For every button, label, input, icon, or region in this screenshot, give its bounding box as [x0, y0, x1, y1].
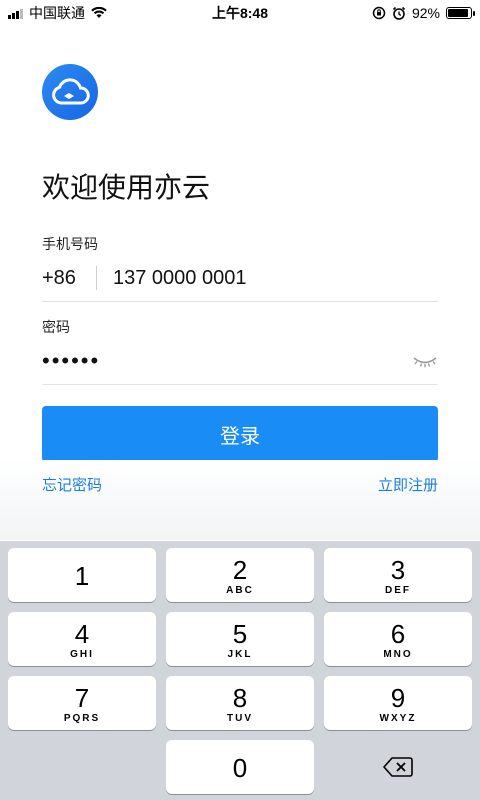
carrier-name: 中国联通 [29, 5, 85, 21]
login-button[interactable]: 登录 [42, 406, 438, 462]
cloud-icon [52, 78, 90, 105]
wifi-icon [91, 7, 107, 18]
key-letters: MNO [383, 649, 413, 660]
password-label: 密码 [42, 319, 70, 335]
app-logo [42, 64, 98, 120]
key-1[interactable]: 1 [8, 548, 156, 602]
key-number: 0 [232, 753, 248, 783]
key-number: 7 [74, 683, 90, 713]
phone-input[interactable]: 137 0000 0001 [113, 267, 246, 290]
status-bar: 中国联通 上午8:48 92% [0, 0, 480, 26]
key-4[interactable]: 4 GHI [8, 612, 156, 666]
numeric-keypad: 1 2 ABC 3 DEF 4 GHI 5 JKL 6 MNO 7 PQRS 8… [0, 541, 480, 800]
key-number: 1 [74, 561, 90, 591]
country-code[interactable]: +86 [42, 267, 96, 290]
phone-field-row: +86 137 0000 0001 [42, 255, 438, 302]
key-number: 2 [232, 555, 248, 585]
key-letters: ABC [226, 585, 254, 596]
key-3[interactable]: 3 DEF [324, 548, 472, 602]
key-number: 6 [390, 619, 406, 649]
key-number: 3 [390, 555, 406, 585]
backspace-icon [383, 757, 413, 777]
key-letters: DEF [385, 585, 411, 596]
alarm-icon [392, 6, 406, 20]
key-number: 8 [232, 683, 248, 713]
orientation-lock-icon [372, 6, 386, 20]
key-letters: TUV [227, 713, 253, 724]
key-2[interactable]: 2 ABC [166, 548, 314, 602]
key-letters: GHI [70, 649, 94, 660]
key-7[interactable]: 7 PQRS [8, 676, 156, 730]
status-right: 92% [372, 5, 480, 21]
page-title: 欢迎使用亦云 [42, 172, 211, 203]
key-0[interactable]: 0 [166, 740, 314, 794]
delete-key[interactable] [324, 740, 472, 794]
key-letters: WXYZ [379, 713, 417, 724]
key-9[interactable]: 9 WXYZ [324, 676, 472, 730]
closed-eye-icon[interactable] [412, 353, 438, 369]
key-number: 5 [232, 619, 248, 649]
password-input[interactable]: •••••• [42, 348, 100, 374]
key-number: 4 [74, 619, 90, 649]
field-divider [96, 266, 97, 290]
key-5[interactable]: 5 JKL [166, 612, 314, 666]
forgot-password-link[interactable]: 忘记密码 [42, 474, 102, 495]
key-8[interactable]: 8 TUV [166, 676, 314, 730]
battery-icon [446, 7, 475, 19]
phone-label: 手机号码 [42, 236, 98, 252]
key-letters: JKL [227, 649, 253, 660]
background-decoration [0, 460, 480, 540]
key-letters: PQRS [63, 713, 101, 724]
battery-percent: 92% [411, 5, 440, 21]
key-6[interactable]: 6 MNO [324, 612, 472, 666]
key-number: 9 [390, 683, 406, 713]
status-left: 中国联通 [0, 3, 107, 23]
register-link[interactable]: 立即注册 [378, 474, 438, 495]
password-field-row: •••••• [42, 338, 438, 385]
signal-icon [8, 7, 23, 19]
